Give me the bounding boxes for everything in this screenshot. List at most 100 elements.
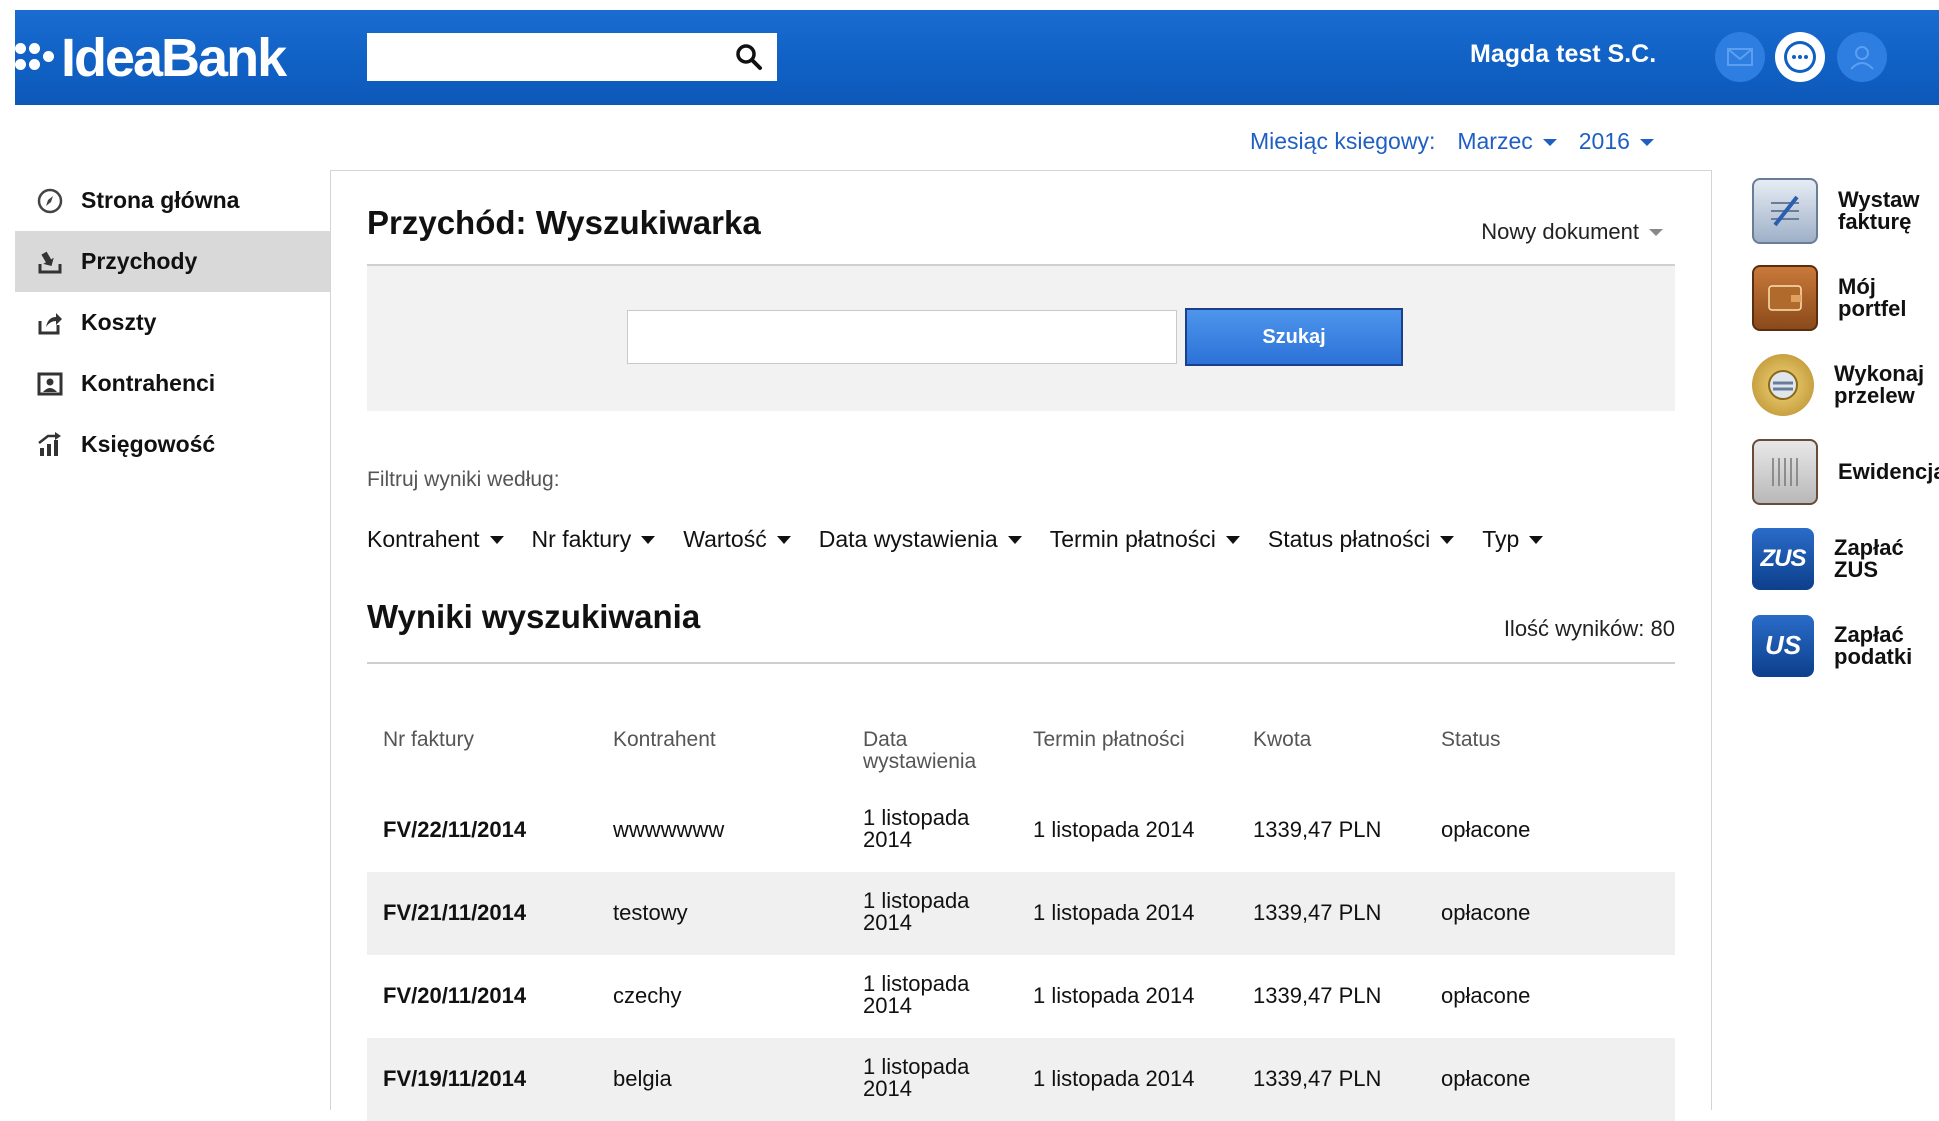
search-button[interactable]: Szukaj xyxy=(1185,308,1403,366)
issue-date: 1 listopada 2014 xyxy=(863,805,970,852)
table-row[interactable]: FV/21/11/2014 testowy 1 listopada 2014 1… xyxy=(367,872,1675,955)
zus-icon: ZUS xyxy=(1752,527,1814,590)
idea-bank-logo[interactable]: IdeaBank xyxy=(15,28,287,88)
sidebar-item-label: Przychody xyxy=(81,248,198,274)
sidebar-item-contractors[interactable]: Kontrahenci xyxy=(15,353,330,414)
chevron-down-icon xyxy=(1529,535,1544,544)
column-header[interactable]: Kontrahent xyxy=(597,711,847,789)
column-header[interactable]: Nr faktury xyxy=(367,711,597,789)
zus-icon-text: ZUS xyxy=(1760,544,1807,572)
quick-action-label: Wykonaj przelew xyxy=(1834,360,1925,408)
quick-action-label: Ewidencja xyxy=(1838,458,1939,484)
filter-value[interactable]: Wartość xyxy=(683,526,791,553)
contractor: czechy xyxy=(613,983,682,1008)
filter-payment-status[interactable]: Status płatności xyxy=(1267,526,1455,553)
us-icon-text: US xyxy=(1764,630,1802,660)
register-icon xyxy=(1752,438,1818,505)
filter-label: Filtruj wyniki według: xyxy=(367,468,560,491)
column-header[interactable]: Status xyxy=(1425,711,1631,789)
chevron-down-icon xyxy=(1007,535,1022,544)
year-dropdown[interactable]: 2016 xyxy=(1579,128,1654,155)
chevron-down-icon xyxy=(1225,535,1240,544)
column-header[interactable]: Kwota xyxy=(1237,711,1425,789)
quick-action-transfer[interactable]: Wykonaj przelew xyxy=(1752,341,1939,428)
invoice-number[interactable]: FV/21/11/2014 xyxy=(367,872,597,955)
sidebar-item-label: Kontrahenci xyxy=(81,370,216,396)
sidebar-item-costs[interactable]: Koszty xyxy=(15,292,330,353)
quick-action-label: Zapłać podatki xyxy=(1834,621,1913,669)
filter-payment-due[interactable]: Termin płatności xyxy=(1050,526,1240,553)
search-input[interactable] xyxy=(627,310,1177,364)
chat-icon[interactable] xyxy=(1775,32,1825,82)
filter-label-text: Typ xyxy=(1482,526,1520,552)
filter-label-text: Wartość xyxy=(683,526,767,552)
amount: 1339,47 PLN xyxy=(1253,900,1382,925)
contractor: wwwwwww xyxy=(613,817,725,842)
sidebar: Strona główna Przychody Koszty Kontrahen… xyxy=(15,170,330,475)
results-divider xyxy=(367,662,1675,664)
payment-due: 1 listopada 2014 xyxy=(1033,900,1195,925)
quick-action-pay-taxes[interactable]: US Zapłać podatki xyxy=(1752,602,1939,689)
header-search-input[interactable] xyxy=(367,33,727,79)
invoice-icon xyxy=(1752,177,1818,244)
filter-label-text: Status płatności xyxy=(1267,526,1431,552)
status: opłacone xyxy=(1441,983,1531,1008)
income-icon xyxy=(33,247,67,277)
invoice-number[interactable]: FV/22/11/2014 xyxy=(367,789,597,872)
new-document-dropdown[interactable]: Nowy dokument xyxy=(1481,219,1663,245)
filter-issue-date[interactable]: Data wystawienia xyxy=(819,526,1022,553)
month-label: Miesiąc ksiegowy: xyxy=(1250,128,1436,154)
quick-action-register[interactable]: Ewidencja xyxy=(1752,428,1939,515)
quick-actions: Wystaw fakturę Mój portfel Wykonaj przel… xyxy=(1752,167,1939,689)
table-row[interactable]: FV/22/11/2014 wwwwwww 1 listopada 2014 1… xyxy=(367,789,1675,872)
chevron-down-icon xyxy=(1440,535,1455,544)
filter-type[interactable]: Typ xyxy=(1482,526,1544,553)
results-count: Ilość wyników: 80 xyxy=(1503,616,1675,641)
chevron-down-icon xyxy=(1649,228,1663,236)
contacts-icon xyxy=(33,369,67,399)
sidebar-item-home[interactable]: Strona główna xyxy=(15,170,330,231)
filter-bar: Kontrahent Nr faktury Wartość Data wysta… xyxy=(367,526,1571,553)
column-header[interactable]: Termin płatności xyxy=(1017,711,1237,789)
invoice-number[interactable]: FV/20/11/2014 xyxy=(367,955,597,1038)
table-row[interactable]: FV/20/11/2014 czechy 1 listopada 2014 1 … xyxy=(367,955,1675,1038)
transfer-icon xyxy=(1752,353,1814,416)
filter-contractor[interactable]: Kontrahent xyxy=(367,526,504,553)
table-header-row: Nr faktury Kontrahent Data wystawienia T… xyxy=(367,711,1675,789)
year-value: 2016 xyxy=(1578,128,1630,154)
amount: 1339,47 PLN xyxy=(1253,817,1382,842)
quick-action-wallet[interactable]: Mój portfel xyxy=(1752,254,1939,341)
results-title: Wyniki wyszukiwania xyxy=(367,598,701,635)
new-document-label: Nowy dokument xyxy=(1481,219,1639,244)
search-panel: Szukaj xyxy=(367,266,1675,411)
quick-action-pay-zus[interactable]: ZUS Zapłać ZUS xyxy=(1752,515,1939,602)
issue-date: 1 listopada 2014 xyxy=(863,888,970,935)
user-icon[interactable] xyxy=(1837,32,1887,82)
payment-due: 1 listopada 2014 xyxy=(1033,817,1195,842)
us-icon: US xyxy=(1752,614,1814,677)
sidebar-item-income[interactable]: Przychody xyxy=(15,231,330,292)
amount: 1339,47 PLN xyxy=(1253,983,1382,1008)
search-icon[interactable] xyxy=(735,43,763,76)
sidebar-item-label: Księgowość xyxy=(81,431,216,457)
column-header[interactable]: Data wystawienia xyxy=(847,711,1017,789)
month-dropdown[interactable]: Marzec xyxy=(1457,128,1557,155)
filter-label-text: Nr faktury xyxy=(531,526,632,552)
mail-icon[interactable] xyxy=(1715,32,1765,82)
company-name[interactable]: Magda test S.C. xyxy=(1470,40,1656,69)
accounting-icon xyxy=(33,430,67,460)
filter-label-text: Termin płatności xyxy=(1049,526,1216,552)
chevron-down-icon xyxy=(1639,139,1654,147)
quick-action-issue-invoice[interactable]: Wystaw fakturę xyxy=(1752,167,1939,254)
logo-text: IdeaBank xyxy=(61,28,287,88)
sidebar-item-label: Koszty xyxy=(81,309,157,335)
chevron-down-icon xyxy=(1542,139,1557,147)
filter-invoice-number[interactable]: Nr faktury xyxy=(532,526,656,553)
results-table: Nr faktury Kontrahent Data wystawienia T… xyxy=(367,711,1675,1121)
quick-action-label: Zapłać ZUS xyxy=(1834,534,1904,582)
month-value: Marzec xyxy=(1457,128,1533,154)
sidebar-item-label: Strona główna xyxy=(81,187,240,213)
header-search-box[interactable] xyxy=(367,33,777,81)
sidebar-item-accounting[interactable]: Księgowość xyxy=(15,414,330,475)
quick-action-label: Wystaw fakturę xyxy=(1838,186,1920,234)
